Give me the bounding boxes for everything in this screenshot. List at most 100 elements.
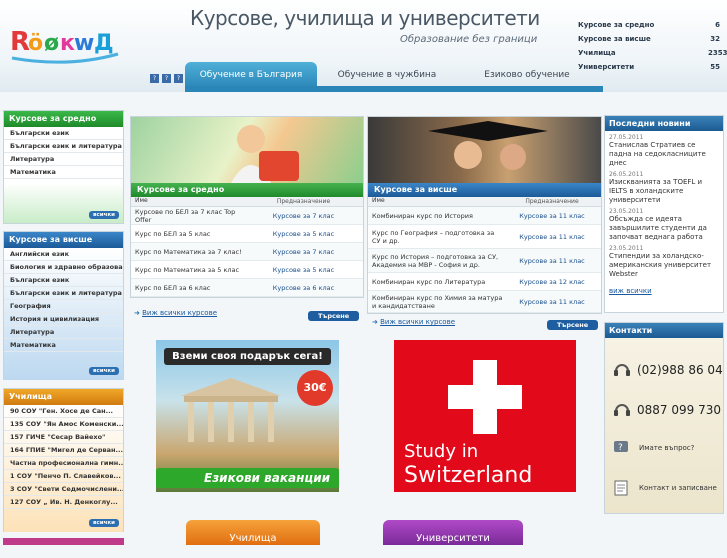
news-all-link[interactable]: виж всички	[609, 287, 719, 295]
news-list: 27.05.2011 Станислав Стратиев се падна н…	[605, 134, 723, 295]
search-button[interactable]: Търсене	[547, 320, 599, 330]
secondary-courses-panel: Курсове за средно Име Предназначение Курс…	[130, 116, 364, 298]
sidebar-heading: Училища	[4, 389, 123, 405]
table-row[interactable]: Курс по БЕЛ за 5 клас Курсове за 5 клас	[131, 225, 363, 243]
sidebar-higher-courses: Курсове за висше Английски език Биология…	[3, 231, 124, 380]
tab-abroad[interactable]: Обучение в чужбина	[317, 62, 457, 88]
news-date: 27.05.2011	[609, 134, 644, 141]
table-row[interactable]: Курс по Математика за 7 клас! Курсове за …	[131, 243, 363, 261]
sidebar-item[interactable]: 157 ГИЧЕ "Сесар Вайехо"	[4, 431, 123, 444]
sidebar-item[interactable]: 1 СОУ "Пенчо П. Славейков...	[4, 470, 123, 483]
sidebar-item[interactable]: География	[4, 300, 123, 313]
sidebar-heading: Курсове за средно	[4, 111, 123, 127]
tab-bulgaria[interactable]: Обучение в България	[185, 62, 317, 88]
sidebar-item[interactable]: Литература	[4, 326, 123, 339]
table-header: Име Предназначение	[368, 197, 601, 207]
language-switcher: ? ? ?	[150, 74, 183, 83]
sidebar-item[interactable]: 3 СОУ "Свети Седмочислени...	[4, 483, 123, 496]
table-row[interactable]: Курс по История – подготовка за СУ, Акад…	[368, 249, 601, 273]
svg-text:w: w	[74, 31, 94, 56]
panel-heading: Курсове за средно	[131, 183, 363, 197]
view-all-link[interactable]: ➜ Виж всички курсове	[372, 318, 455, 326]
table-row[interactable]: Комбиниран курс по Химия за матура и кан…	[368, 291, 601, 313]
news-link[interactable]: Обсъжда се идеята завършилите студенти д…	[609, 215, 719, 242]
kid-photo	[131, 117, 363, 183]
course-table: Комбиниран курс по История Курсове за 11 …	[368, 207, 601, 313]
svg-text:Д: Д	[94, 31, 114, 56]
temple-illustration	[181, 378, 281, 442]
table-header: Име Предназначение	[131, 197, 363, 207]
form-icon	[614, 480, 628, 496]
news-heading: Последни новини	[605, 116, 723, 131]
sidebar-item[interactable]: Математика	[4, 166, 123, 179]
contact-link[interactable]: Контакт и записване	[613, 479, 717, 497]
lang-button[interactable]: ?	[174, 74, 183, 83]
lang-button[interactable]: ?	[150, 74, 159, 83]
table-row[interactable]: Курсове по БЕЛ за 7 клас Top Offer Курсов…	[131, 207, 363, 225]
phone-row: (02)988 86 04	[613, 361, 723, 379]
sidebar-item[interactable]: Български език и литература	[4, 140, 123, 153]
higher-courses-panel: Курсове за висше Име Предназначение Комби…	[367, 116, 602, 314]
news-link[interactable]: Станислав Стратиев се падна на седокласн…	[609, 141, 719, 168]
sidebar-item[interactable]: Български език и литература	[4, 287, 123, 300]
sidebar-item[interactable]: 135 СОУ "Ян Амос Коменски...	[4, 418, 123, 431]
question-icon: ?	[614, 441, 628, 453]
news-link[interactable]: Стипендии за холандско-американския унив…	[609, 252, 719, 279]
sidebar-item[interactable]: 164 ГПИЕ "Мигел де Серван...	[4, 444, 123, 457]
news-link[interactable]: Изискванията за TOEFL и IELTS в холандск…	[609, 178, 719, 205]
sidebar-item[interactable]: Математика	[4, 339, 123, 352]
news-box: Последни новини 27.05.2011 Станислав Стр…	[604, 115, 724, 313]
sidebar-item[interactable]: История и цивилизация	[4, 313, 123, 326]
view-all-link[interactable]: ➜ Виж всички курсове	[134, 309, 217, 317]
table-row[interactable]: Курс по География – подготовка за СУ и д…	[368, 225, 601, 249]
switzerland-ad[interactable]: Study in Switzerland	[394, 340, 576, 492]
headset-icon	[614, 364, 630, 376]
site-title: Курсове, училища и университети	[190, 6, 540, 30]
contacts-box: Контакти (02)988 86 04 0887 099 730 ? Им…	[604, 322, 724, 514]
sidebar-item[interactable]: Биология и здравно образование	[4, 261, 123, 274]
svg-text:ö: ö	[28, 31, 43, 56]
sidebar-schools: Училища 90 СОУ "Ген. Хосе де Сан... 135 …	[3, 388, 124, 532]
lang-button[interactable]: ?	[162, 74, 171, 83]
all-button[interactable]: всички	[89, 519, 119, 527]
sidebar-item[interactable]: 90 СОУ "Ген. Хосе де Сан...	[4, 405, 123, 418]
search-button[interactable]: Търсене	[308, 311, 360, 321]
headset-icon	[614, 404, 630, 416]
sidebar-item[interactable]: Български език	[4, 274, 123, 287]
universities-button[interactable]: Университети	[383, 520, 523, 545]
sidebar-item[interactable]: Български език	[4, 127, 123, 140]
sidebar-item[interactable]: 127 СОУ „ Ив. Н. Денкоглу...	[4, 496, 123, 509]
table-row[interactable]: Курс по БЕЛ за 6 клас Курсове за 6 клас	[131, 279, 363, 297]
sidebar-list: Английски език Биология и здравно образо…	[4, 248, 123, 380]
svg-text:к: к	[60, 31, 75, 56]
swiss-cross-icon	[448, 360, 522, 434]
sidebar-item[interactable]: Английски език	[4, 248, 123, 261]
stat-row: Училища 2353	[578, 49, 727, 57]
news-date: 23.05.2011	[609, 245, 644, 252]
table-row[interactable]: Курс по Математика за 5 клас Курсове за 5…	[131, 261, 363, 279]
main-tabs: Обучение в България Обучение в чужбина Е…	[185, 62, 597, 88]
table-row[interactable]: Комбиниран курс по История Курсове за 11 …	[368, 207, 601, 225]
graduate-photo	[368, 117, 601, 183]
svg-text:ø: ø	[44, 31, 59, 56]
sidebar-item[interactable]: Литература	[4, 153, 123, 166]
panel-heading: Курсове за висше	[368, 183, 601, 197]
sidebar-item[interactable]: Частна професионална гимн...	[4, 457, 123, 470]
svg-text:?: ?	[618, 443, 623, 453]
all-button[interactable]: всички	[89, 211, 119, 219]
stats-panel: Курсове за средно 6 Курсове за висше 32 Уч…	[578, 22, 727, 78]
all-button[interactable]: всички	[89, 367, 119, 375]
question-link[interactable]: ? Имате въпрос?	[613, 439, 694, 457]
phone-number[interactable]: 0887 099 730	[637, 403, 721, 417]
price-badge: 30€	[297, 370, 333, 406]
course-table: Курсове по БЕЛ за 7 клас Top Offer Курсов…	[131, 207, 363, 297]
site-logo[interactable]: R ö ø к w Д	[8, 14, 136, 70]
schools-button[interactable]: Училища	[186, 520, 320, 545]
sidebar-next-box	[3, 538, 124, 545]
contacts-heading: Контакти	[605, 323, 723, 338]
phone-number[interactable]: (02)988 86 04	[637, 363, 723, 377]
table-row[interactable]: Комбиниран курс по Литература Курсове за …	[368, 273, 601, 291]
language-holidays-ad[interactable]: Вземи своя подарък сега! 30€ Езикови вак…	[156, 340, 339, 492]
news-date: 23.05.2011	[609, 208, 644, 215]
tab-language[interactable]: Езиково обучение	[457, 62, 597, 88]
